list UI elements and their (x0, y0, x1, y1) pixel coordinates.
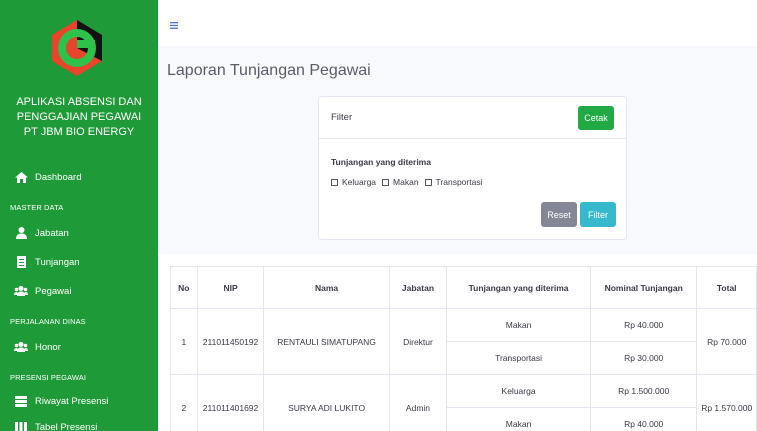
table-row: 2 211011401692 SURYA ADI LUKITO Admin Ke… (170, 374, 757, 431)
cell-jabatan: Direktur (388, 308, 448, 375)
cell-nominal: Rp 1.500.000 (589, 374, 698, 408)
cell-nama: SURYA ADI LUKITO (263, 374, 390, 431)
cell-jabatan: Admin (388, 374, 448, 431)
home-icon (14, 171, 28, 183)
cell-no: 2 (170, 374, 198, 431)
filter-card-header: Filter Cetak (319, 97, 626, 139)
col-header-no: No (170, 266, 198, 309)
cell-tunjangan: Makan (446, 308, 591, 342)
cell-tunjangan: Keluarga (446, 374, 591, 408)
checkbox-label: Keluarga (342, 177, 377, 187)
sidebar-item-label: Riwayat Presensi (35, 395, 109, 407)
checkbox-transportasi[interactable]: Transportasi (424, 177, 483, 187)
topbar (158, 0, 757, 46)
brand-line-2: PENGGAJIAN PEGAWAI (16, 111, 142, 123)
sidebar-item-tabel-presensi[interactable]: Tabel Presensi (0, 416, 158, 431)
section-perjalanan-dinas: PERJALANAN DINAS (10, 317, 86, 326)
cell-total: Rp 1.570.000 (696, 374, 757, 431)
sidebar-item-pegawai[interactable]: Pegawai (0, 280, 158, 302)
sidebar-item-label: Jabatan (35, 227, 69, 239)
tunjangan-filter-label: Tunjangan yang diterima (331, 157, 431, 167)
cell-nip: 211011401692 (196, 374, 265, 431)
checkbox-box[interactable] (424, 178, 432, 186)
sidebar-item-label: Honor (35, 341, 61, 353)
col-header-nama: Nama (263, 266, 390, 309)
col-header-jabatan: Jabatan (388, 266, 448, 309)
filter-card: Filter Cetak Tunjangan yang diterima Kel… (318, 96, 627, 240)
checkbox-label: Makan (393, 177, 419, 187)
sidebar-item-label: Tunjangan (35, 256, 80, 268)
brand-line-1: APLIKASI ABSENSI DAN (16, 96, 142, 108)
section-presensi-pegawai: PRESENSI PEGAWAI (10, 373, 87, 382)
sidebar-item-riwayat-presensi[interactable]: Riwayat Presensi (0, 390, 158, 412)
sidebar-item-label: Pegawai (35, 285, 72, 297)
sidebar: APLIKASI ABSENSI DAN PENGGAJIAN PEGAWAI … (0, 0, 158, 431)
cell-nama: RENTAULI SIMATUPANG (263, 308, 390, 375)
users-icon (14, 341, 28, 353)
users-icon (14, 285, 28, 297)
checkbox-makan[interactable]: Makan (382, 177, 419, 187)
sidebar-item-dashboard[interactable]: Dashboard (0, 166, 158, 188)
filter-title: Filter (331, 112, 353, 123)
page-title: Laporan Tunjangan Pegawai (167, 62, 371, 79)
file-icon (14, 256, 28, 268)
user-tie-icon (14, 227, 28, 239)
report-table: No NIP Nama Jabatan Tunjangan yang diter… (170, 266, 757, 431)
sidebar-item-jabatan[interactable]: Jabatan (0, 222, 158, 244)
table-row: 1 211011450192 RENTAULI SIMATUPANG Direk… (170, 308, 757, 375)
cell-nominal: Rp 40.000 (589, 407, 698, 431)
cetak-button[interactable]: Cetak (578, 106, 614, 130)
cell-tunjangan: Makan (446, 407, 591, 431)
menu-toggle-icon[interactable] (170, 20, 178, 32)
cell-total: Rp 70.000 (696, 308, 757, 375)
col-header-nominal: Nominal Tunjangan (589, 266, 698, 309)
brand-line-3: PT JBM BIO ENERGY (23, 126, 135, 138)
section-master-data: MASTER DATA (10, 203, 64, 212)
cell-tunjangan: Transportasi (446, 341, 591, 375)
reset-button[interactable]: Reset (541, 202, 577, 227)
checkbox-label: Transportasi (435, 177, 483, 187)
table-header-row: No NIP Nama Jabatan Tunjangan yang diter… (170, 266, 757, 309)
col-header-tunjangan: Tunjangan yang diterima (446, 266, 591, 309)
cell-nip: 211011450192 (196, 308, 265, 375)
sidebar-item-label: Tabel Presensi (35, 421, 98, 431)
table-icon (14, 421, 28, 431)
checkbox-keluarga[interactable]: Keluarga (331, 177, 376, 187)
cell-nominal: Rp 30.000 (589, 341, 698, 375)
checkbox-box[interactable] (331, 178, 338, 186)
sidebar-item-honor[interactable]: Honor (0, 336, 158, 358)
col-header-nip: NIP (196, 266, 265, 309)
tunjangan-checkbox-group: Keluarga Makan Transportasi (331, 177, 482, 187)
filter-button[interactable]: Filter (580, 202, 616, 227)
app-brand: APLIKASI ABSENSI DAN PENGGAJIAN PEGAWAI … (0, 95, 158, 140)
col-header-total: Total (696, 266, 757, 309)
cell-no: 1 (170, 308, 198, 375)
checkbox-box[interactable] (382, 178, 390, 186)
sidebar-item-tunjangan[interactable]: Tunjangan (0, 251, 158, 273)
company-logo (52, 20, 102, 76)
sidebar-item-label: Dashboard (35, 171, 82, 183)
cell-nominal: Rp 40.000 (589, 308, 698, 342)
list-icon (14, 395, 28, 407)
